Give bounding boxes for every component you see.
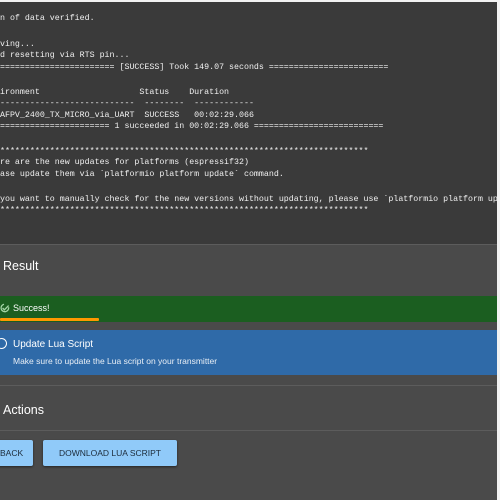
log-line: re are the new updates for platforms (es…	[0, 158, 249, 167]
update-lua-script-panel: Update Lua Script Make sure to update th…	[0, 330, 497, 375]
log-line: ====================== 1 succeeded in 00…	[0, 122, 384, 131]
log-line: ase update them via `platformio platform…	[0, 170, 284, 179]
log-line: ****************************************…	[0, 147, 369, 156]
section-divider	[0, 385, 497, 386]
log-line: n of data verified.	[0, 14, 95, 23]
log-line: --------------------------- -------- ---…	[0, 99, 254, 108]
log-line: ving...	[0, 40, 35, 49]
progress-bar	[0, 318, 99, 321]
log-line: ======================= [SUCCESS] Took 1…	[0, 63, 389, 72]
panel-description: Make sure to update the Lua script on yo…	[13, 356, 218, 366]
section-divider	[0, 244, 497, 245]
check-circle-icon	[0, 303, 10, 313]
download-lua-script-button[interactable]: DOWNLOAD LUA SCRIPT	[43, 440, 177, 466]
actions-heading: Actions	[3, 403, 44, 417]
log-line: you want to manually check for the new v…	[0, 195, 497, 204]
back-button[interactable]: BACK	[0, 440, 33, 466]
result-heading: Result	[3, 259, 39, 273]
success-alert: Success!	[0, 296, 497, 322]
section-divider	[0, 430, 497, 431]
success-message: Success!	[13, 303, 50, 313]
log-line: AFPV_2400_TX_MICRO_via_UART SUCCESS 00:0…	[0, 111, 254, 120]
log-line: d resetting via RTS pin...	[0, 51, 130, 60]
info-circle-icon	[0, 338, 7, 349]
log-line: ironment Status Duration	[0, 88, 230, 97]
panel-title: Update Lua Script	[13, 339, 94, 350]
build-log-terminal: n of data verified. ving... d resetting …	[0, 2, 497, 244]
log-line: ****************************************…	[0, 206, 369, 215]
